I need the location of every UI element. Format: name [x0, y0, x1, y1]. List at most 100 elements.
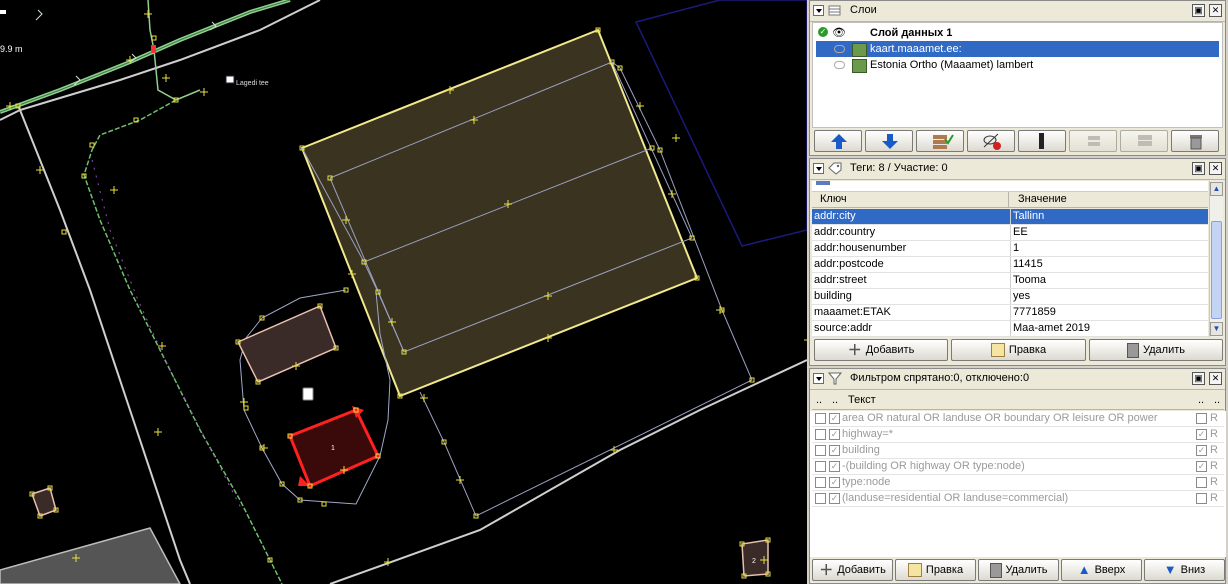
scroll-down-icon[interactable]: ▼	[1210, 322, 1223, 336]
tag-row[interactable]: addr:housenumber 1	[812, 241, 1208, 257]
tag-value[interactable]: 1	[1010, 241, 1019, 256]
toggle-visibility-button[interactable]	[967, 130, 1015, 152]
delete-layer-button[interactable]	[1171, 130, 1219, 152]
layer-row-kaart[interactable]: kaart.maaamet.ee:	[816, 41, 1219, 57]
filter-row[interactable]: ✓ -(building OR highway OR type:node) ✓ R	[812, 459, 1224, 475]
tag-value[interactable]: Tallinn	[1010, 209, 1044, 224]
add-tag-button[interactable]: ＋ Добавить	[814, 339, 948, 361]
detach-panel-icon[interactable]: ▣	[1192, 162, 1205, 175]
filter-inverted-checkbox[interactable]: ✓	[1196, 429, 1207, 440]
detach-panel-icon[interactable]: ▣	[1192, 4, 1205, 17]
enable-column-header[interactable]: ..	[816, 394, 822, 406]
filter-or-label[interactable]: R	[1210, 443, 1218, 458]
text-column-header[interactable]: Текст	[848, 394, 876, 406]
close-panel-icon[interactable]: ✕	[1209, 4, 1222, 17]
filter-hide-checkbox[interactable]: ✓	[829, 429, 840, 440]
filter-enable-checkbox[interactable]	[815, 429, 826, 440]
tag-row[interactable]: addr:postcode 11415	[812, 257, 1208, 273]
collapse-toggle-icon[interactable]	[813, 5, 824, 16]
filter-enable-checkbox[interactable]	[815, 445, 826, 456]
filter-row[interactable]: ✓ (landuse=residential OR landuse=commerc…	[812, 491, 1224, 507]
layers-panel-titlebar[interactable]: Слои ▣ ✕	[810, 1, 1225, 22]
value-column-header[interactable]: Значение	[1018, 193, 1067, 205]
map-node[interactable]	[61, 229, 67, 235]
map-view[interactable]: 9.9 m Lagedi tee 1 2	[0, 0, 807, 584]
tag-key[interactable]: addr:city	[814, 209, 1006, 224]
tag-value[interactable]: EE	[1010, 225, 1028, 240]
tags-scrollbar[interactable]: ▲ ▼	[1209, 181, 1223, 337]
filter-or-label[interactable]: R	[1210, 427, 1218, 442]
filter-row[interactable]: ✓ type:node R	[812, 475, 1224, 491]
move-down-button[interactable]	[865, 130, 913, 152]
filter-hide-checkbox[interactable]: ✓	[829, 493, 840, 504]
edit-filter-button[interactable]: Правка	[895, 559, 976, 581]
detach-panel-icon[interactable]: ▣	[1192, 372, 1205, 385]
merge-layers-button[interactable]	[916, 130, 964, 152]
filter-or-label[interactable]: R	[1210, 491, 1218, 506]
filter-inverted-checkbox[interactable]	[1196, 413, 1207, 424]
move-up-button[interactable]	[814, 130, 862, 152]
filter-hide-checkbox[interactable]: ✓	[829, 445, 840, 456]
filter-panel-titlebar[interactable]: Фильтром спрятано:0, отключено:0 ▣ ✕	[810, 369, 1225, 390]
tag-row[interactable]: addr:street Tooma	[812, 273, 1208, 289]
fuel-icon[interactable]	[302, 387, 314, 401]
scroll-thumb[interactable]	[1211, 221, 1222, 319]
tag-value[interactable]: 7771859	[1010, 305, 1056, 320]
layer-row-data[interactable]: ✓ 👁 Слой данных 1	[816, 25, 1219, 41]
eye-hidden-icon[interactable]	[834, 45, 845, 53]
filter-hide-checkbox[interactable]: ✓	[829, 461, 840, 472]
move-filter-up-button[interactable]: ▲ Вверх	[1061, 559, 1142, 581]
filter-inverted-checkbox[interactable]	[1196, 477, 1207, 488]
map-canvas[interactable]: 9.9 m Lagedi tee 1 2	[0, 0, 807, 584]
tag-key[interactable]: addr:housenumber	[814, 241, 1006, 256]
delete-filter-button[interactable]: Удалить	[978, 559, 1059, 581]
tag-value[interactable]: Tooma	[1010, 273, 1046, 288]
tag-value[interactable]: 11415	[1010, 257, 1043, 272]
tag-row[interactable]: building yes	[812, 289, 1208, 305]
map-node[interactable]	[321, 501, 327, 507]
activate-layer-button[interactable]	[1018, 130, 1066, 152]
filter-enable-checkbox[interactable]	[815, 477, 826, 488]
hide-column-header[interactable]: ..	[832, 394, 838, 406]
filter-or-label[interactable]: R	[1210, 475, 1218, 490]
close-panel-icon[interactable]: ✕	[1209, 162, 1222, 175]
filter-inverted-checkbox[interactable]: ✓	[1196, 445, 1207, 456]
large-building[interactable]	[300, 28, 699, 398]
filter-hide-checkbox[interactable]: ✓	[829, 477, 840, 488]
filter-or-label[interactable]: R	[1210, 459, 1218, 474]
filter-or-label[interactable]: R	[1210, 411, 1218, 426]
eye-hidden-icon[interactable]	[834, 61, 845, 69]
filter-inverted-checkbox[interactable]: ✓	[1196, 461, 1207, 472]
eye-icon[interactable]: 👁	[832, 25, 846, 41]
filter-row[interactable]: ✓ building ✓ R	[812, 443, 1224, 459]
collapse-toggle-icon[interactable]	[813, 373, 824, 384]
merge-down-button[interactable]	[1069, 130, 1117, 152]
tag-key[interactable]: source:addr	[814, 321, 1006, 336]
collapse-toggle-icon[interactable]	[813, 163, 824, 174]
tag-row[interactable]: addr:country EE	[812, 225, 1208, 241]
filter-enable-checkbox[interactable]	[815, 413, 826, 424]
close-panel-icon[interactable]: ✕	[1209, 372, 1222, 385]
tag-key[interactable]: maaamet:ETAK	[814, 305, 1006, 320]
tag-key[interactable]: addr:country	[814, 225, 1006, 240]
filter-enable-checkbox[interactable]	[815, 461, 826, 472]
tag-row[interactable]: maaamet:ETAK 7771859	[812, 305, 1208, 321]
or-column-header[interactable]: ..	[1214, 394, 1220, 406]
tag-key[interactable]: building	[814, 289, 1006, 304]
tag-row[interactable]: addr:city Tallinn	[812, 209, 1208, 225]
column-divider[interactable]	[1008, 192, 1009, 207]
duplicate-layer-button[interactable]	[1120, 130, 1168, 152]
highlighted-node[interactable]	[151, 45, 156, 53]
filter-inverted-checkbox[interactable]	[1196, 493, 1207, 504]
filter-row[interactable]: ✓ area OR natural OR landuse OR boundary …	[812, 411, 1224, 427]
tag-key[interactable]: addr:postcode	[814, 257, 1006, 272]
scroll-up-icon[interactable]: ▲	[1210, 182, 1223, 196]
tag-value[interactable]: Maa-amet 2019	[1010, 321, 1090, 336]
tags-panel-titlebar[interactable]: Теги: 8 / Участие: 0 ▣ ✕	[810, 159, 1225, 180]
layer-row-ortho[interactable]: Estonia Ortho (Maaamet) lambert	[816, 57, 1219, 73]
filter-enable-checkbox[interactable]	[815, 493, 826, 504]
filter-row[interactable]: ✓ highway=* ✓ R	[812, 427, 1224, 443]
map-node[interactable]	[89, 142, 95, 148]
tiny-building-left[interactable]	[31, 487, 57, 517]
map-node[interactable]	[243, 405, 249, 411]
